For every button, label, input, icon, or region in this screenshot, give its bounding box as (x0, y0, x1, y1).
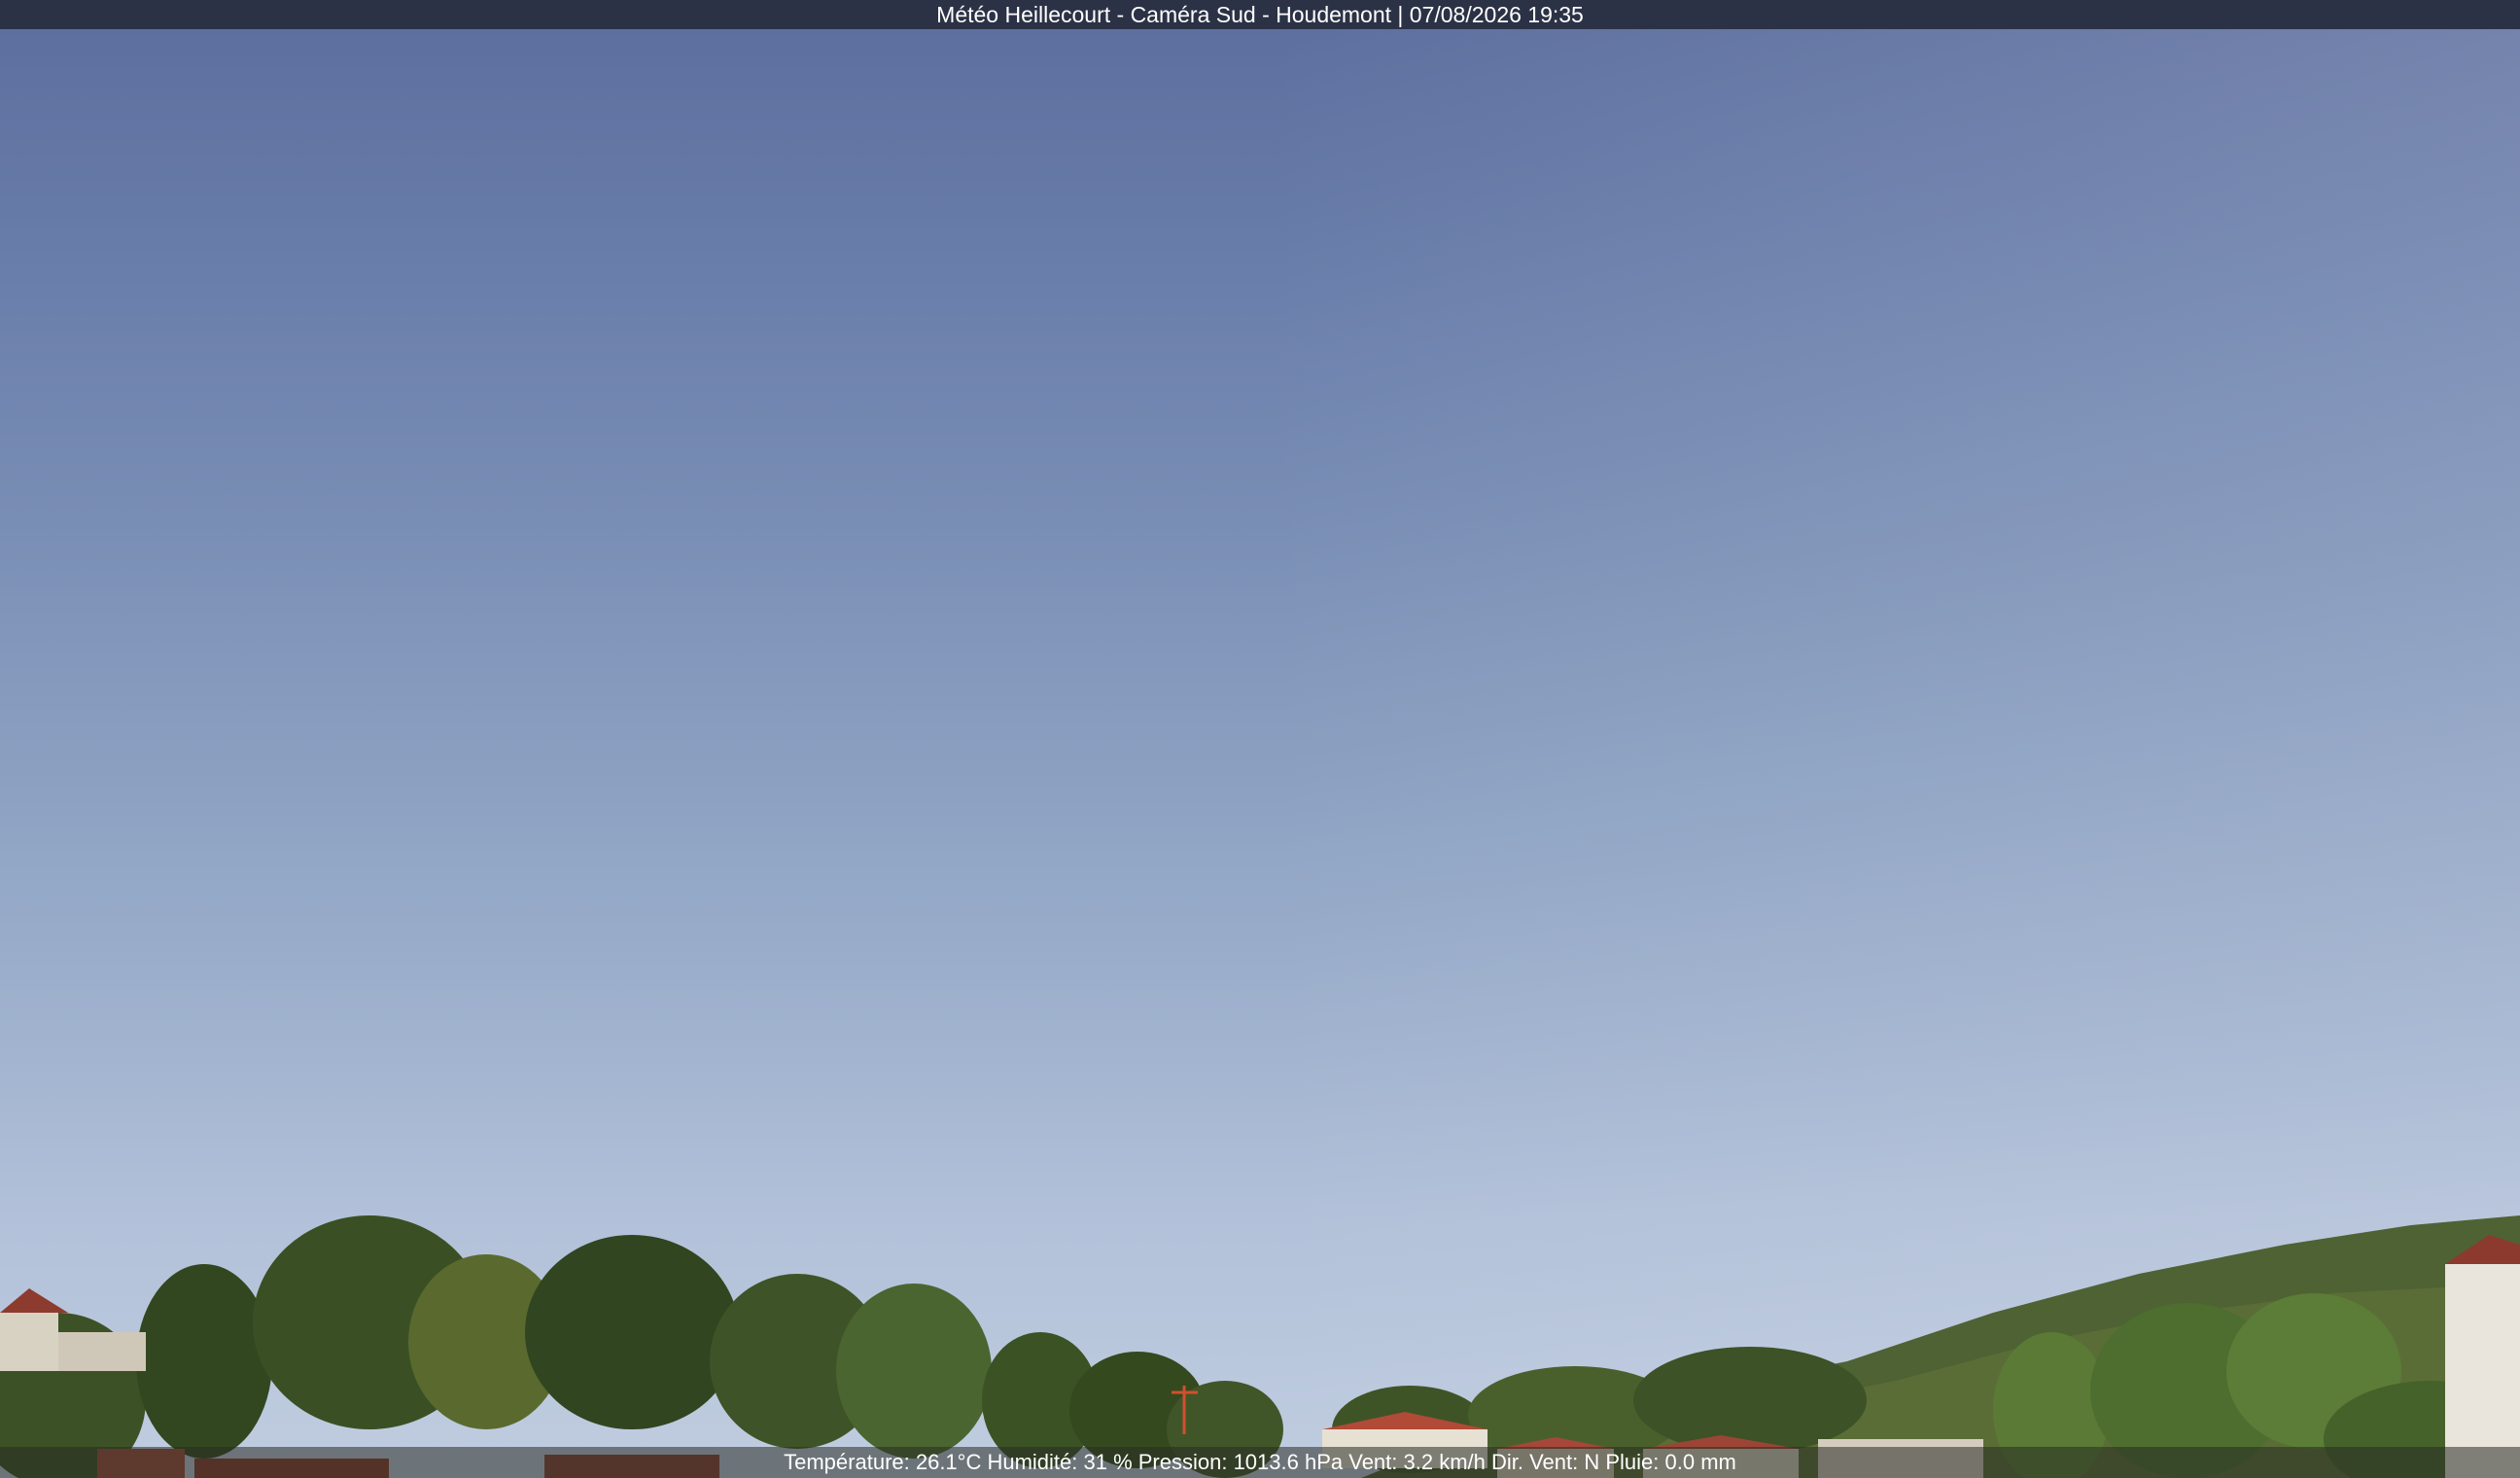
title-bar: Météo Heillecourt - Caméra Sud - Houdemo… (0, 0, 2520, 29)
weather-info-text: Température: 26.1°C Humidité: 31 % Press… (784, 1450, 1736, 1474)
landscape (0, 1215, 2520, 1478)
webcam-image (0, 29, 2520, 1478)
weather-info-bar: Température: 26.1°C Humidité: 31 % Press… (0, 1447, 2520, 1478)
trees-left (0, 1215, 1283, 1478)
title-text: Météo Heillecourt - Caméra Sud - Houdemo… (936, 2, 1584, 27)
